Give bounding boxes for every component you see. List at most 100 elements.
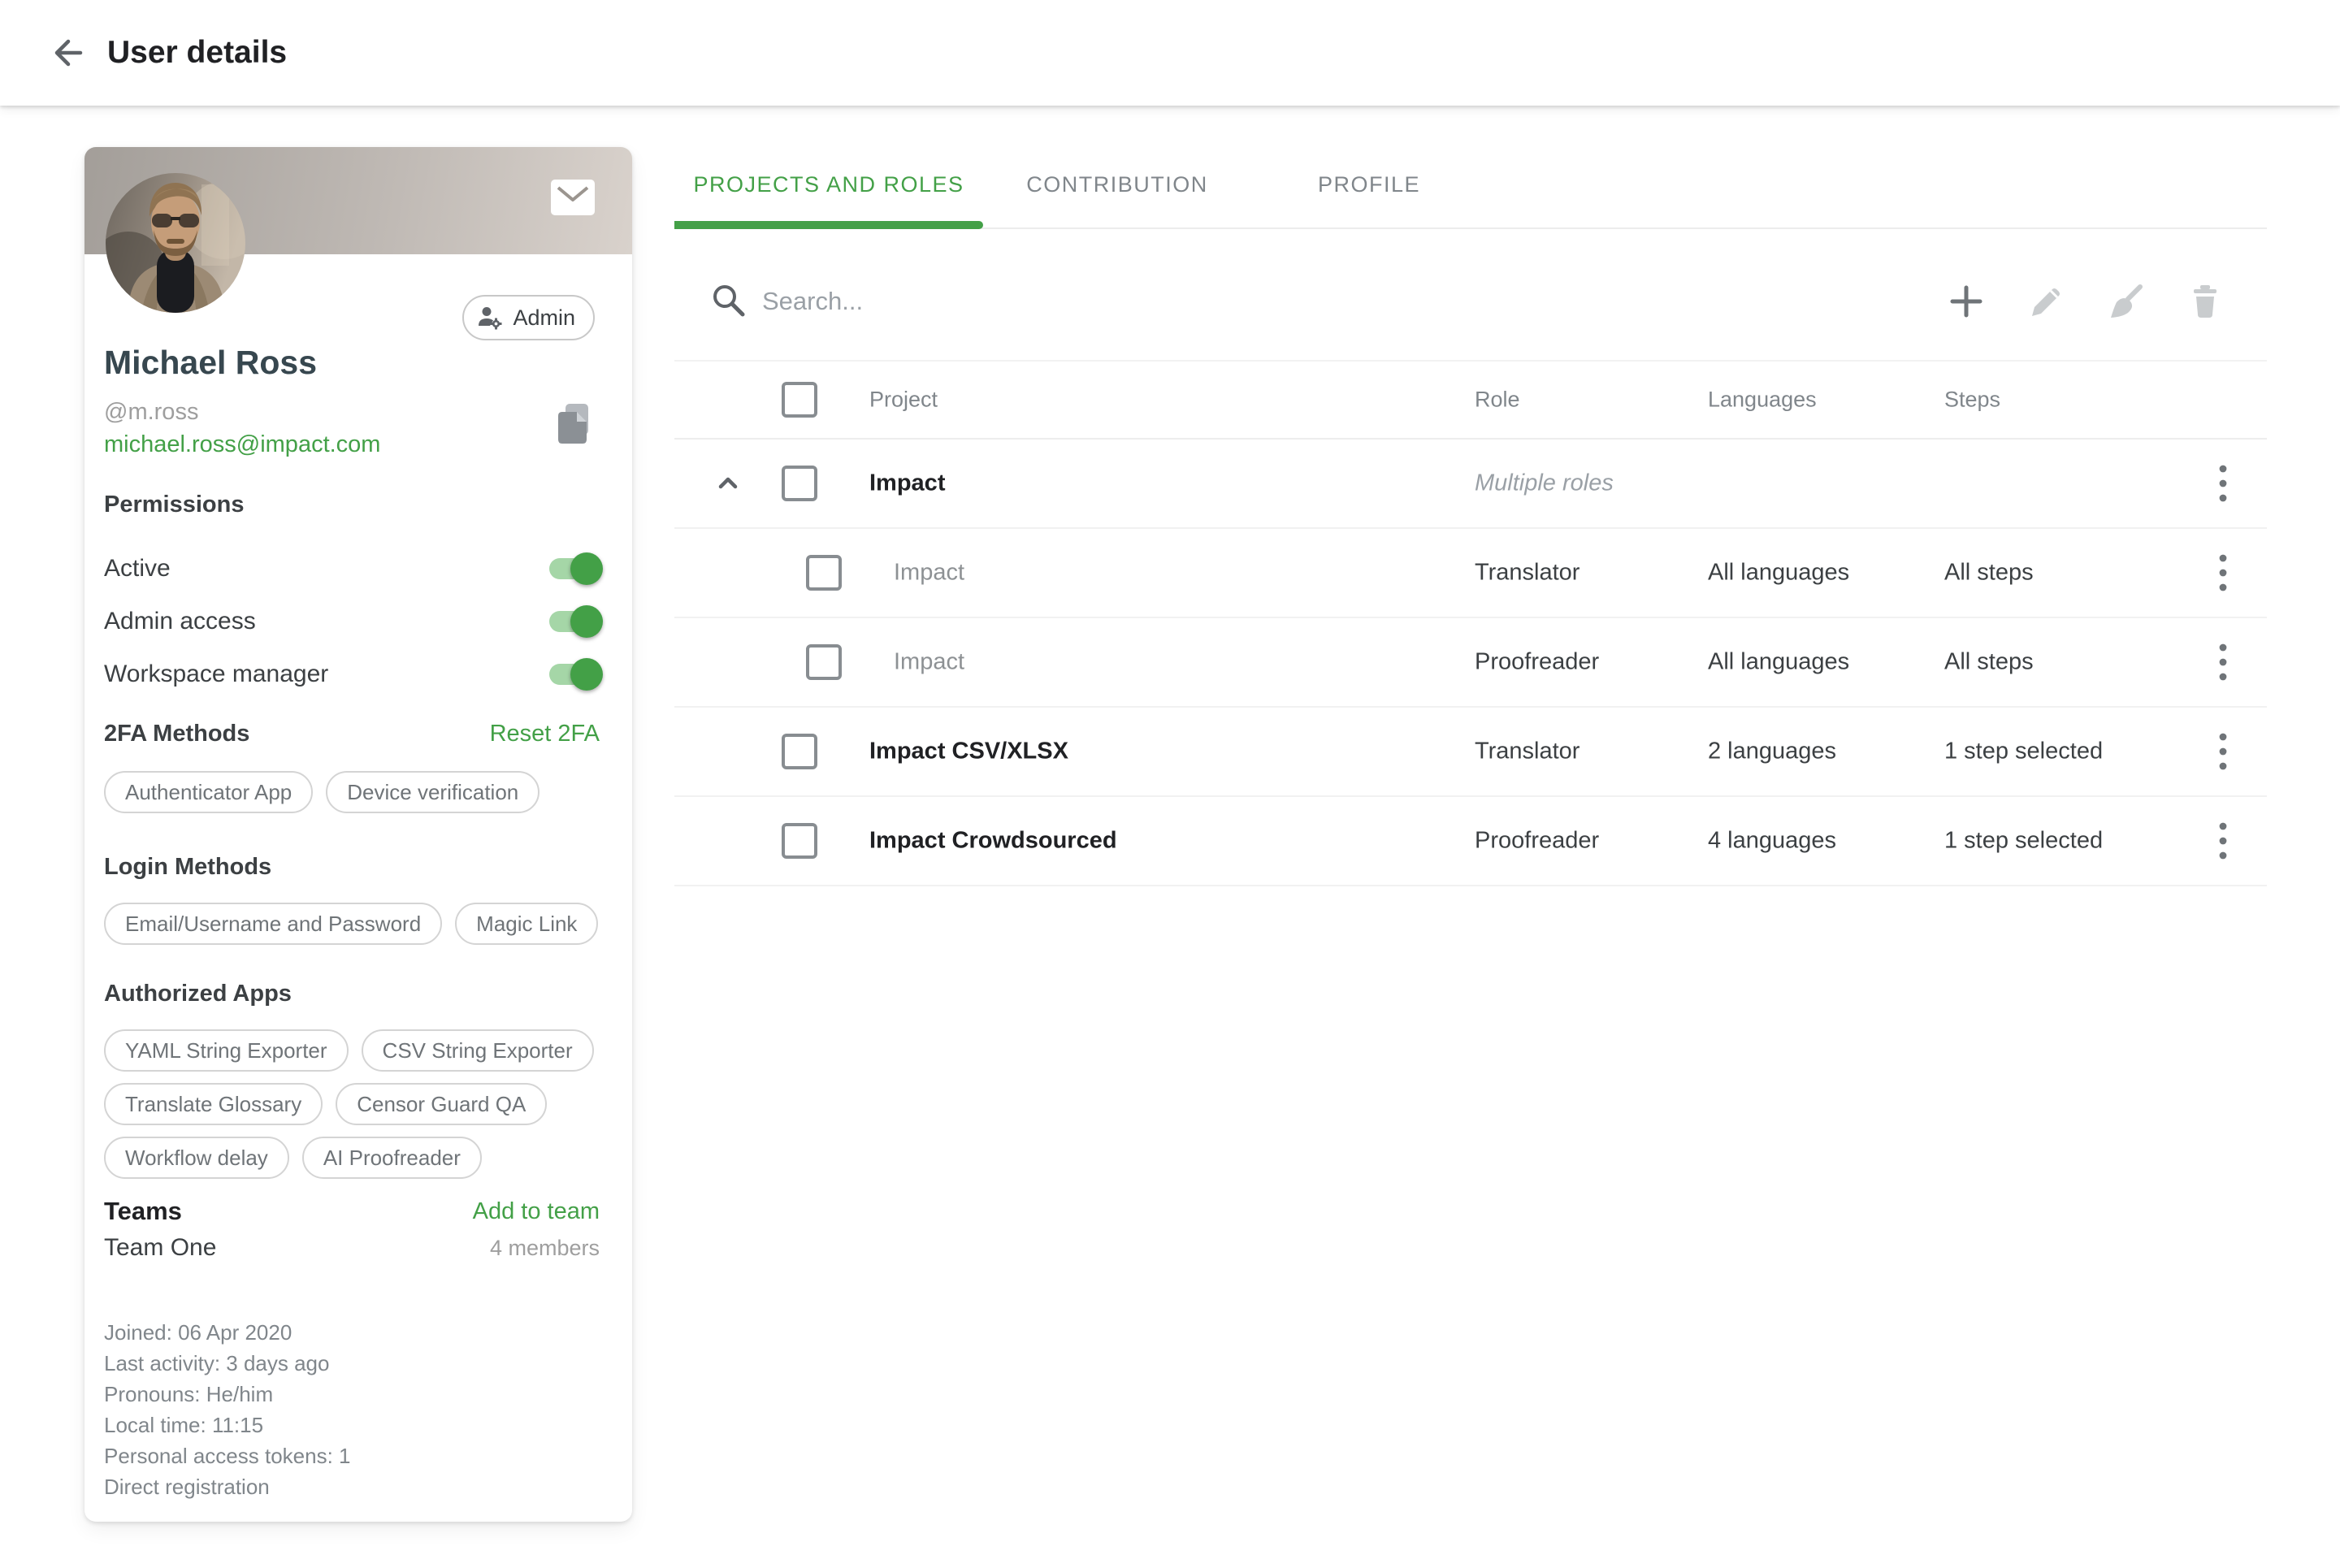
row-menu-button[interactable] bbox=[2205, 820, 2241, 862]
twofa-section-header: 2FA Methods Reset 2FA bbox=[104, 721, 600, 747]
projects-roles-table: Project Role Languages Steps Impact Mult… bbox=[674, 360, 2267, 886]
chevron-up-icon bbox=[713, 469, 743, 498]
role-value: Proofreader bbox=[1475, 649, 1599, 676]
toggle-row-admin-access: Admin access bbox=[104, 598, 600, 645]
pencil-icon bbox=[2027, 282, 2066, 321]
app-chip: Censor Guard QA bbox=[336, 1083, 547, 1125]
twofa-chips: Authenticator App Device verification bbox=[104, 771, 618, 813]
reset-2fa-link[interactable]: Reset 2FA bbox=[490, 721, 600, 747]
row-checkbox[interactable] bbox=[782, 734, 817, 769]
row-menu-button[interactable] bbox=[2205, 730, 2241, 773]
tab-contribution[interactable]: CONTRIBUTION bbox=[983, 140, 1251, 229]
select-all-checkbox[interactable] bbox=[782, 382, 817, 418]
role-value: Multiple roles bbox=[1475, 470, 1614, 497]
tab-projects-and-roles[interactable]: PROJECTS AND ROLES bbox=[674, 140, 983, 229]
role-value: Proofreader bbox=[1475, 828, 1599, 855]
back-button[interactable] bbox=[46, 32, 88, 74]
kebab-menu-icon bbox=[2219, 733, 2227, 770]
table-header-row: Project Role Languages Steps bbox=[674, 360, 2267, 440]
permissions-title: Permissions bbox=[104, 492, 244, 518]
table-row-impact-csv-xlsx[interactable]: Impact CSV/XLSX Translator 2 languages 1… bbox=[674, 708, 2267, 797]
row-menu-button[interactable] bbox=[2205, 641, 2241, 683]
row-checkbox[interactable] bbox=[782, 466, 817, 501]
row-checkbox[interactable] bbox=[806, 644, 842, 680]
arrow-left-icon bbox=[47, 33, 86, 72]
twofa-chip: Authenticator App bbox=[104, 771, 313, 813]
table-toolbar bbox=[674, 244, 2267, 359]
role-badge-label: Admin bbox=[513, 305, 575, 331]
meta-line-tokens: Personal access tokens: 1 bbox=[104, 1440, 351, 1471]
copy-icon bbox=[556, 404, 593, 444]
table-row-impact-crowdsourced[interactable]: Impact Crowdsourced Proofreader 4 langua… bbox=[674, 797, 2267, 886]
app-chip: Workflow delay bbox=[104, 1137, 289, 1179]
kebab-menu-icon bbox=[2219, 643, 2227, 681]
toggle-knob bbox=[570, 658, 603, 691]
authorized-app-chips: YAML String Exporter CSV String Exporter… bbox=[104, 1029, 618, 1179]
copy-email-button[interactable] bbox=[556, 404, 593, 444]
toggle-row-active: Active bbox=[104, 545, 600, 592]
tab-label: PROFILE bbox=[1318, 172, 1420, 197]
toggle-label: Workspace manager bbox=[104, 661, 328, 688]
search-icon bbox=[710, 282, 748, 323]
app-bar: User details bbox=[0, 0, 2340, 106]
active-tab-indicator bbox=[674, 221, 983, 229]
row-menu-button[interactable] bbox=[2205, 552, 2241, 594]
authorized-apps-title: Authorized Apps bbox=[104, 981, 292, 1007]
add-role-button[interactable] bbox=[1945, 280, 1987, 323]
collapse-group-button[interactable] bbox=[712, 467, 744, 500]
table-row-impact-translator[interactable]: Impact Translator All languages All step… bbox=[674, 529, 2267, 618]
toggle-knob bbox=[570, 552, 603, 585]
column-header-role: Role bbox=[1475, 388, 1520, 413]
toggle-label: Active bbox=[104, 555, 171, 583]
trash-icon bbox=[2186, 282, 2225, 321]
table-row-group-impact[interactable]: Impact Multiple roles bbox=[674, 440, 2267, 529]
project-name: Impact bbox=[869, 470, 945, 497]
user-details-page: User details bbox=[0, 0, 2340, 1568]
app-chip: Translate Glossary bbox=[104, 1083, 323, 1125]
steps-value: All steps bbox=[1944, 649, 2034, 676]
meta-line-last-activity: Last activity: 3 days ago bbox=[104, 1348, 351, 1379]
languages-value: All languages bbox=[1708, 649, 1849, 676]
user-meta-block: Joined: 06 Apr 2020 Last activity: 3 day… bbox=[104, 1317, 351, 1502]
user-email[interactable]: michael.ross@impact.com bbox=[104, 431, 380, 458]
broom-icon bbox=[2106, 282, 2145, 321]
team-list-item[interactable]: Team One 4 members bbox=[104, 1234, 600, 1262]
tab-profile[interactable]: PROFILE bbox=[1251, 140, 1487, 229]
avatar-photo bbox=[106, 173, 245, 313]
active-toggle[interactable] bbox=[549, 558, 600, 579]
project-name: Impact bbox=[894, 649, 964, 676]
column-header-project: Project bbox=[869, 388, 938, 413]
row-checkbox[interactable] bbox=[806, 555, 842, 591]
column-header-languages: Languages bbox=[1708, 388, 1817, 413]
admin-access-toggle[interactable] bbox=[549, 611, 600, 632]
app-chip: CSV String Exporter bbox=[362, 1029, 594, 1072]
table-row-impact-proofreader[interactable]: Impact Proofreader All languages All ste… bbox=[674, 618, 2267, 708]
meta-line-pronouns: Pronouns: He/him bbox=[104, 1379, 351, 1410]
project-name: Impact bbox=[894, 560, 964, 587]
search-input[interactable] bbox=[760, 268, 1820, 335]
steps-value: 1 step selected bbox=[1944, 739, 2103, 765]
envelope-icon bbox=[551, 180, 595, 215]
user-name: Michael Ross bbox=[104, 344, 317, 382]
column-header-steps: Steps bbox=[1944, 388, 2000, 413]
role-badge: Admin bbox=[462, 295, 595, 340]
languages-value: All languages bbox=[1708, 560, 1849, 587]
meta-line-local-time: Local time: 11:15 bbox=[104, 1410, 351, 1440]
team-member-count: 4 members bbox=[490, 1236, 600, 1261]
login-method-chip: Email/Username and Password bbox=[104, 903, 442, 945]
role-value: Translator bbox=[1475, 560, 1580, 587]
app-chip: AI Proofreader bbox=[302, 1137, 482, 1179]
project-name: Impact CSV/XLSX bbox=[869, 739, 1068, 765]
edit-button[interactable] bbox=[2026, 280, 2068, 323]
steps-value: All steps bbox=[1944, 560, 2034, 587]
delete-button[interactable] bbox=[2184, 280, 2226, 323]
send-email-button[interactable] bbox=[551, 180, 595, 215]
toggle-knob bbox=[570, 605, 603, 638]
meta-line-joined: Joined: 06 Apr 2020 bbox=[104, 1317, 351, 1348]
workspace-manager-toggle[interactable] bbox=[549, 664, 600, 685]
row-menu-button[interactable] bbox=[2205, 462, 2241, 505]
add-to-team-link[interactable]: Add to team bbox=[473, 1198, 600, 1225]
row-checkbox[interactable] bbox=[782, 823, 817, 859]
kebab-menu-icon bbox=[2219, 465, 2227, 502]
clear-filters-button[interactable] bbox=[2104, 280, 2147, 323]
